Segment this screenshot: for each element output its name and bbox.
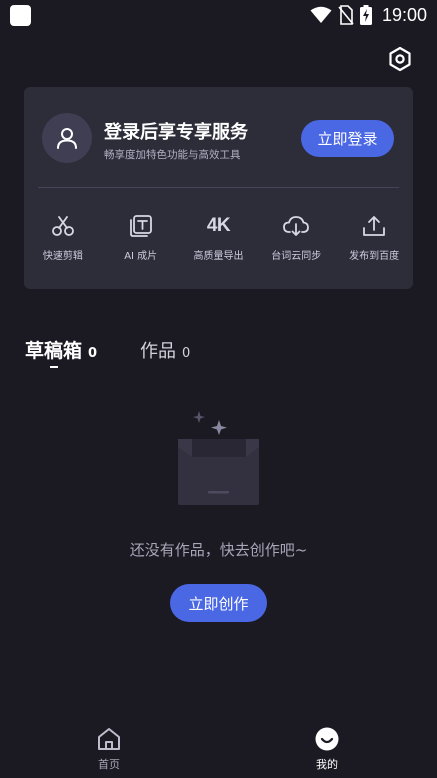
status-time: 19:00	[381, 4, 427, 25]
feature-label: 发布到百度	[349, 251, 400, 262]
login-card: 登录后享专享服务 畅享度加特色功能与高效工具 立即登录 快速剪辑 AI 成片 4…	[24, 87, 413, 289]
nav-label: 我的	[316, 758, 338, 771]
feature-quick-edit[interactable]: 快速剪辑	[24, 213, 102, 263]
login-subtitle: 畅享度加特色功能与高效工具	[104, 149, 241, 161]
feature-cloud-sync[interactable]: 台词云同步	[257, 213, 335, 263]
tab-drafts[interactable]: 草稿箱 0	[25, 336, 97, 363]
tab-count: 0	[182, 346, 191, 361]
status-icons: 19:00	[310, 3, 427, 27]
home-icon	[98, 728, 120, 750]
tab-label: 草稿箱	[25, 340, 83, 362]
avatar[interactable]	[42, 113, 92, 163]
ai-text-icon	[129, 215, 152, 237]
feature-label: 高质量导出	[193, 251, 244, 262]
nav-label: 首页	[98, 758, 120, 771]
battery-charging-icon	[359, 5, 372, 25]
no-sim-icon	[338, 5, 354, 25]
user-icon	[57, 128, 77, 149]
empty-box-icon	[178, 411, 259, 505]
divider	[38, 187, 399, 188]
feature-ai-video[interactable]: AI 成片	[102, 213, 180, 263]
bottom-nav: 首页 我的	[0, 718, 437, 778]
empty-message: 还没有作品，快去创作吧~	[129, 541, 308, 559]
upload-icon	[363, 216, 385, 236]
cloud-download-icon	[283, 216, 310, 236]
feature-publish-baidu[interactable]: 发布到百度	[335, 213, 413, 263]
wifi-icon	[310, 6, 332, 23]
tab-works[interactable]: 作品 0	[140, 337, 190, 363]
nav-item-mine[interactable]: 我的	[297, 726, 357, 772]
create-button[interactable]: 立即创作	[170, 584, 267, 622]
tab-active-indicator	[50, 366, 58, 368]
status-bar: 19:00	[0, 0, 437, 30]
4k-icon: 4K	[206, 215, 231, 236]
smile-icon	[315, 727, 339, 751]
tab-label: 作品	[140, 341, 176, 362]
feature-label: AI 成片	[124, 251, 158, 262]
feature-list: 快速剪辑 AI 成片 4K 高质量导出 台词云同步 发布到百度	[24, 213, 413, 263]
login-title: 登录后享专享服务	[104, 122, 248, 143]
tab-count: 0	[88, 346, 98, 361]
nav-item-home[interactable]: 首页	[79, 726, 139, 772]
scissors-icon	[51, 216, 74, 236]
settings-hexagon-icon[interactable]	[386, 45, 414, 73]
feature-hq-export[interactable]: 4K 高质量导出	[180, 213, 258, 263]
login-button[interactable]: 立即登录	[301, 120, 394, 157]
app-icon	[10, 5, 31, 26]
feature-label: 快速剪辑	[42, 251, 83, 262]
feature-label: 台词云同步	[271, 251, 322, 262]
